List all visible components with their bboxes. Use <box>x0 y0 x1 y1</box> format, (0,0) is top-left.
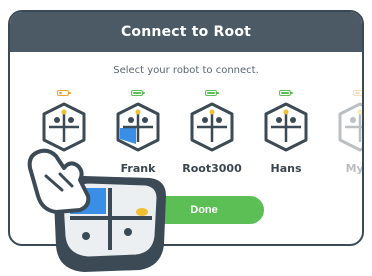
battery-level <box>281 92 289 94</box>
dialog-header: Connect to Root <box>10 12 362 52</box>
robot-item-frank[interactable]: Frank <box>106 88 170 188</box>
robot-item-root3000[interactable]: Root3000 <box>180 88 244 188</box>
battery-level <box>355 92 360 94</box>
root-robot-icon <box>42 102 86 152</box>
battery-icon <box>57 90 71 96</box>
battery-level <box>59 92 62 94</box>
robot-item-myrt[interactable]: Myrt <box>328 88 364 188</box>
connect-dialog: Connect to Root Select your robot to con… <box>8 10 364 246</box>
robot-name: Hans <box>270 162 302 175</box>
robot-item[interactable] <box>32 88 96 188</box>
battery-level <box>133 92 141 94</box>
robot-list: Frank Root3000 Hans My <box>10 88 362 188</box>
battery-level <box>207 92 215 94</box>
battery-icon <box>131 90 145 96</box>
screen: Connect to Root Select your robot to con… <box>0 0 372 276</box>
battery-icon <box>353 90 362 96</box>
robot-name: Root3000 <box>182 162 242 175</box>
root-robot-icon <box>338 102 362 152</box>
root-robot-icon <box>264 102 308 152</box>
battery-icon <box>205 90 219 96</box>
dialog-title: Connect to Root <box>120 24 252 40</box>
robot-item-hans[interactable]: Hans <box>254 88 318 188</box>
done-button[interactable]: Done <box>144 196 264 224</box>
dialog-subtitle: Select your robot to connect. <box>113 65 259 76</box>
root-robot-icon <box>190 102 234 152</box>
robot-name: Myrt <box>345 162 364 175</box>
battery-icon <box>279 90 293 96</box>
root-robot-icon <box>116 102 160 152</box>
robot-name: Frank <box>120 162 156 175</box>
